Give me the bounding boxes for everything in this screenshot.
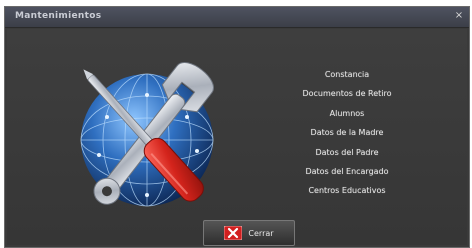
close-button[interactable]: Cerrar — [203, 220, 295, 246]
title-bar[interactable]: Mantenimientos × — [5, 7, 469, 28]
menu-item-datos-del-encargado[interactable]: Datos del Encargado — [277, 162, 417, 181]
menu-item-alumnos[interactable]: Alumnos — [277, 104, 417, 123]
menu-item-datos-de-la-madre[interactable]: Datos de la Madre — [277, 123, 417, 142]
window-close-icon[interactable]: × — [453, 10, 465, 22]
globe-wrench-screwdriver-icon — [80, 62, 214, 207]
close-button-label: Cerrar — [248, 228, 274, 238]
maintenance-menu: Constancia Documentos de Retiro Alumnos … — [277, 65, 417, 201]
menu-item-constancia[interactable]: Constancia — [277, 65, 417, 84]
menu-item-documentos-de-retiro[interactable]: Documentos de Retiro — [277, 84, 417, 103]
red-x-icon — [224, 226, 243, 240]
maintenance-window: Mantenimientos × Constancia Documentos d… — [4, 6, 470, 248]
menu-item-datos-del-padre[interactable]: Datos del Padre — [277, 143, 417, 162]
window-title: Mantenimientos — [15, 11, 102, 21]
window-body: Constancia Documentos de Retiro Alumnos … — [7, 29, 467, 246]
menu-item-centros-educativos[interactable]: Centros Educativos — [277, 181, 417, 200]
